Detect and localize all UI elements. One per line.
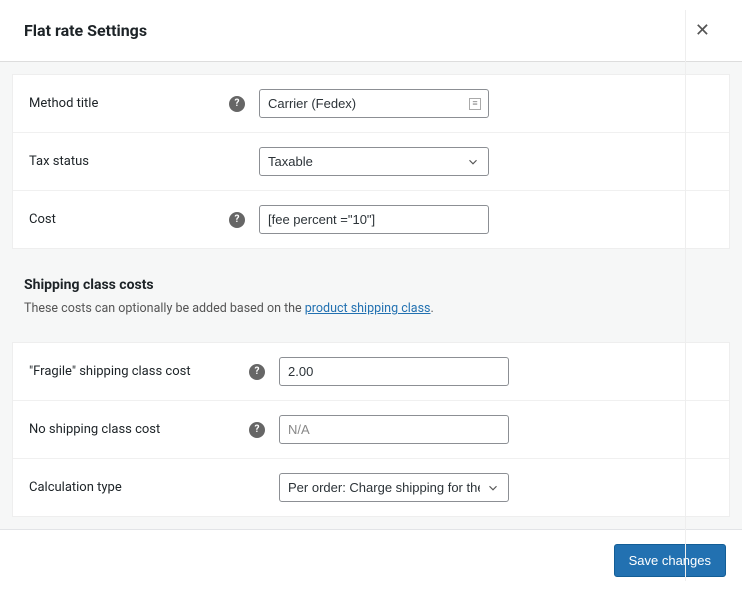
shipping-class-description: These costs can optionally be added base…	[0, 301, 742, 330]
modal-header: Flat rate Settings ✕	[0, 0, 742, 62]
shipping-class-section: "Fragile" shipping class cost ? No shipp…	[12, 342, 730, 517]
flat-rate-settings-modal: Flat rate Settings ✕ Method title ? ≡ Ta…	[0, 0, 742, 591]
fragile-cost-row: "Fragile" shipping class cost ?	[13, 343, 729, 401]
modal-title: Flat rate Settings	[24, 21, 147, 40]
modal-body: Method title ? ≡ Tax status Taxable Cost…	[0, 62, 742, 529]
calculation-type-row: Calculation type Per order: Charge shipp…	[13, 459, 729, 516]
method-title-input[interactable]	[259, 89, 489, 118]
input-autofill-icon: ≡	[469, 98, 481, 110]
no-class-cost-input[interactable]	[279, 415, 509, 444]
help-icon[interactable]: ?	[249, 364, 265, 380]
divider	[685, 10, 686, 581]
general-settings-section: Method title ? ≡ Tax status Taxable Cost…	[12, 74, 730, 249]
shipping-class-heading: Shipping class costs	[0, 261, 742, 301]
close-icon: ✕	[695, 20, 710, 40]
product-shipping-class-link[interactable]: product shipping class	[305, 301, 431, 316]
cost-input[interactable]	[259, 205, 489, 234]
help-icon[interactable]: ?	[229, 96, 245, 112]
tax-status-select[interactable]: Taxable	[259, 147, 489, 176]
method-title-label: Method title	[29, 96, 229, 111]
close-button[interactable]: ✕	[687, 16, 718, 45]
save-changes-button[interactable]: Save changes	[614, 544, 726, 577]
fragile-cost-input[interactable]	[279, 357, 509, 386]
modal-footer: Save changes	[0, 529, 742, 591]
no-class-cost-row: No shipping class cost ?	[13, 401, 729, 459]
help-icon[interactable]: ?	[249, 422, 265, 438]
calculation-type-label: Calculation type	[29, 480, 249, 495]
fragile-cost-label: "Fragile" shipping class cost	[29, 364, 249, 379]
no-class-cost-label: No shipping class cost	[29, 422, 249, 437]
help-icon[interactable]: ?	[229, 212, 245, 228]
tax-status-label: Tax status	[29, 154, 229, 169]
calculation-type-select[interactable]: Per order: Charge shipping for the most …	[279, 473, 509, 502]
cost-label: Cost	[29, 212, 229, 227]
method-title-row: Method title ? ≡	[13, 75, 729, 133]
tax-status-row: Tax status Taxable	[13, 133, 729, 191]
cost-row: Cost ?	[13, 191, 729, 248]
